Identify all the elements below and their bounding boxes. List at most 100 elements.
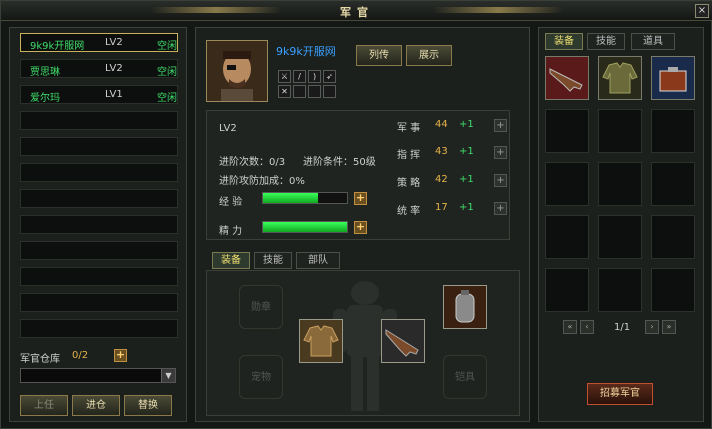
skill-sword-icon[interactable]: ⚔	[278, 70, 291, 83]
equipment-area: 勋章 宠物 铠具	[206, 270, 520, 416]
officer-status: 空闲	[157, 93, 177, 104]
officer-name: 贾思琳	[30, 67, 60, 78]
stat-leadership-value: 17	[435, 202, 448, 213]
officer-slot-1[interactable]: 9k9k开服网 LV2 空闲	[20, 33, 178, 52]
tab-inv-equipment[interactable]: 装备	[545, 33, 583, 50]
stat-military-value: 44	[435, 119, 448, 130]
officer-name: 9k9k开服网	[30, 41, 85, 52]
inventory-slot[interactable]	[598, 268, 642, 312]
stat-command-bonus: +1	[459, 146, 474, 157]
exp-add-button[interactable]: +	[354, 192, 367, 205]
advance-bonus: 进阶攻防加成：0%	[219, 176, 305, 187]
inventory-slot[interactable]	[545, 162, 589, 206]
advance-condition: 进阶条件：50级	[303, 157, 376, 168]
officer-status: 空闲	[157, 41, 177, 52]
officer-slot-2[interactable]: 贾思琳 LV2 空闲	[20, 59, 178, 78]
energy-label: 精 力	[219, 226, 243, 237]
inventory-slot[interactable]	[545, 109, 589, 153]
officer-level: LV2	[105, 63, 123, 74]
empty-officer-slot[interactable]	[20, 111, 178, 130]
stat-command-label: 指 挥	[397, 150, 421, 161]
jacket-item-icon[interactable]	[299, 319, 343, 363]
inventory-jacket-icon[interactable]	[598, 56, 642, 100]
close-button[interactable]: ×	[695, 4, 709, 18]
officer-list-panel: 9k9k开服网 LV2 空闲 贾思琳 LV2 空闲 爱尔玛 LV1 空闲 军官仓…	[9, 27, 187, 422]
warehouse-select[interactable]: ▼	[20, 368, 176, 383]
store-button[interactable]: 进仓	[72, 395, 120, 416]
warehouse-add-button[interactable]: +	[114, 349, 127, 362]
tab-inv-skills[interactable]: 技能	[587, 33, 625, 50]
advance-count: 进阶次数：0/3	[219, 157, 286, 168]
stat-strategy-add-button[interactable]: +	[494, 174, 507, 187]
stat-military-label: 军 事	[397, 123, 421, 134]
officer-slot-3[interactable]: 爱尔玛 LV1 空闲	[20, 85, 178, 104]
warehouse-label: 军官仓库	[20, 354, 60, 365]
window-title: 军官	[340, 6, 374, 19]
exp-bar-fill	[263, 193, 318, 203]
pet-slot[interactable]: 宠物	[239, 355, 283, 399]
empty-officer-slot[interactable]	[20, 163, 178, 182]
energy-bar	[262, 221, 348, 233]
empty-officer-slot[interactable]	[20, 215, 178, 234]
inventory-slot[interactable]	[598, 215, 642, 259]
inventory-toolbox-icon[interactable]	[651, 56, 695, 100]
tab-equipment[interactable]: 装备	[212, 252, 250, 269]
empty-officer-slot[interactable]	[20, 137, 178, 156]
stat-leadership-label: 统 率	[397, 206, 421, 217]
inventory-slot[interactable]	[651, 268, 695, 312]
inventory-slot[interactable]	[598, 162, 642, 206]
inventory-rifle-icon[interactable]	[545, 56, 589, 100]
next-page-button[interactable]: ›	[645, 320, 659, 334]
warehouse-count: 0/2	[72, 350, 89, 361]
armor-slot[interactable]: 铠具	[443, 355, 487, 399]
inventory-panel: 装备 技能 道具 « ‹ 1/1 › » 招募军官	[538, 27, 704, 422]
tab-inv-items[interactable]: 道具	[631, 33, 675, 50]
inventory-slot[interactable]	[651, 162, 695, 206]
portrait-face-icon	[207, 41, 267, 101]
last-page-button[interactable]: »	[662, 320, 676, 334]
empty-officer-slot[interactable]	[20, 189, 178, 208]
empty-skill-slot[interactable]	[323, 85, 336, 98]
empty-officer-slot[interactable]	[20, 293, 178, 312]
empty-skill-slot[interactable]	[308, 85, 321, 98]
empty-officer-slot[interactable]	[20, 319, 178, 338]
first-page-button[interactable]: «	[563, 320, 577, 334]
officer-level: LV2	[105, 37, 123, 48]
rifle-item-icon[interactable]	[381, 319, 425, 363]
stat-strategy-label: 策 略	[397, 178, 421, 189]
energy-add-button[interactable]: +	[354, 221, 367, 234]
skill-bow-icon[interactable]: )	[308, 70, 321, 83]
show-button[interactable]: 展示	[406, 45, 452, 66]
inventory-slot[interactable]	[598, 109, 642, 153]
officer-level: LV1	[105, 89, 123, 100]
recruit-officer-button[interactable]: 招募军官	[587, 383, 653, 405]
bio-button[interactable]: 列传	[356, 45, 402, 66]
inventory-slot[interactable]	[545, 268, 589, 312]
stat-leadership-add-button[interactable]: +	[494, 202, 507, 215]
appoint-button[interactable]: 上任	[20, 395, 68, 416]
skill-cross-icon[interactable]: ✕	[278, 85, 291, 98]
prev-page-button[interactable]: ‹	[580, 320, 594, 334]
inventory-slot[interactable]	[651, 109, 695, 153]
exp-label: 经 验	[219, 197, 243, 208]
stat-command-add-button[interactable]: +	[494, 146, 507, 159]
exp-bar	[262, 192, 348, 204]
empty-skill-slot[interactable]	[293, 85, 306, 98]
skill-arrow-icon[interactable]: ➶	[323, 70, 336, 83]
stat-command-value: 43	[435, 146, 448, 157]
swap-button[interactable]: 替换	[124, 395, 172, 416]
canteen-item-icon[interactable]	[443, 285, 487, 329]
tab-skills[interactable]: 技能	[254, 252, 292, 269]
tab-troops[interactable]: 部队	[296, 252, 340, 269]
officer-window: 军官 × 9k9k开服网 LV2 空闲 贾思琳 LV2 空闲 爱尔玛 LV1 空…	[0, 0, 712, 429]
title-bar: 军官 ×	[1, 1, 712, 21]
medal-slot[interactable]: 勋章	[239, 285, 283, 329]
skill-spear-icon[interactable]: /	[293, 70, 306, 83]
stat-military-add-button[interactable]: +	[494, 119, 507, 132]
inventory-slot[interactable]	[651, 215, 695, 259]
page-indicator: 1/1	[614, 322, 631, 333]
empty-officer-slot[interactable]	[20, 267, 178, 286]
inventory-slot[interactable]	[545, 215, 589, 259]
empty-officer-slot[interactable]	[20, 241, 178, 260]
chevron-down-icon[interactable]: ▼	[161, 369, 175, 382]
